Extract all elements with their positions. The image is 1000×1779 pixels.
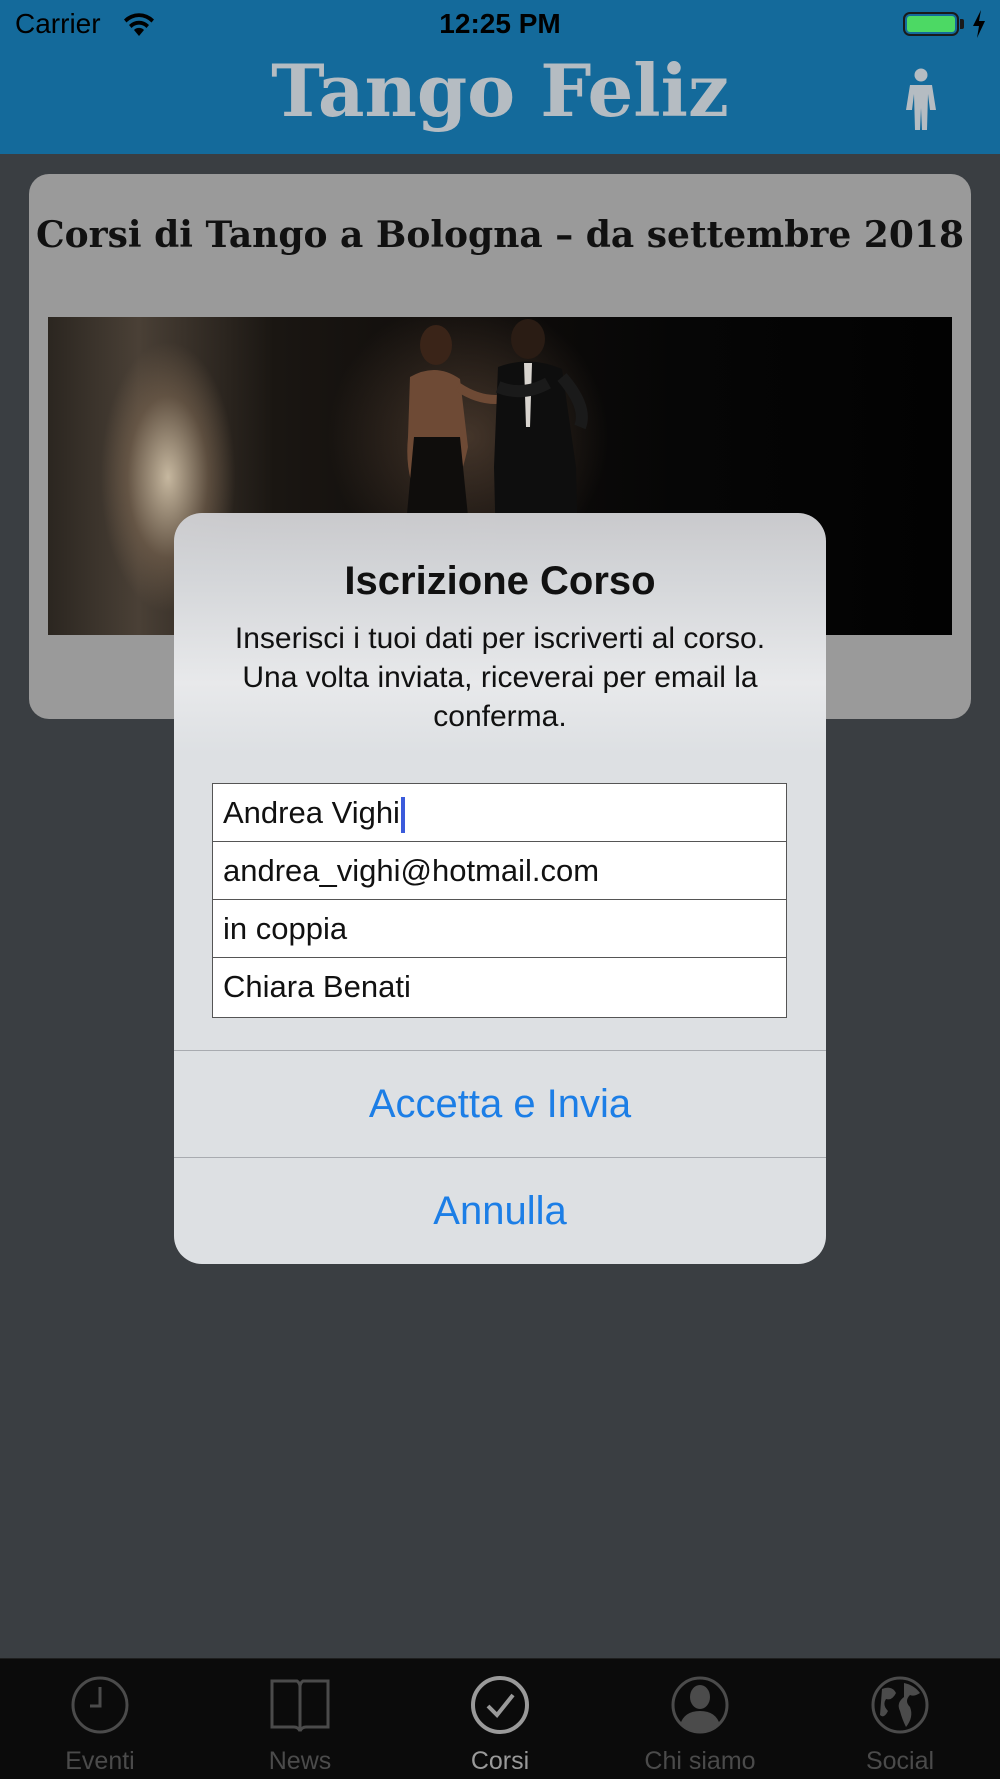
status-bar: Carrier 12:25 PM	[0, 0, 1000, 50]
text-cursor	[400, 796, 405, 833]
person-silhouette-icon	[671, 1676, 729, 1734]
battery-tip	[960, 19, 964, 29]
clock-icon	[71, 1676, 129, 1734]
clock-time: 12:25 PM	[439, 8, 561, 39]
tab-label: News	[268, 1747, 332, 1775]
name-field[interactable]: Andrea Vighi	[213, 784, 786, 842]
person-icon[interactable]	[900, 68, 942, 134]
checkmark-icon	[471, 1676, 529, 1734]
email-field-value: andrea_vighi@hotmail.com	[223, 853, 600, 888]
page-title: Tango Feliz	[271, 48, 729, 133]
tab-social[interactable]: Social	[800, 1659, 1000, 1779]
cancel-button[interactable]: Annulla	[174, 1158, 826, 1264]
enrollment-alert: Iscrizione Corso Inserisci i tuoi dati p…	[174, 513, 826, 1264]
partner-field-value: Chiara Benati	[223, 969, 411, 1004]
alert-message: Inserisci i tuoi dati per iscriverti al …	[234, 622, 766, 733]
form-fields: Andrea Vighi andrea_vighi@hotmail.com in…	[212, 783, 787, 1018]
tab-label: Chi siamo	[644, 1747, 756, 1775]
tab-chi-siamo[interactable]: Chi siamo	[600, 1659, 800, 1779]
charging-bolt-icon	[973, 10, 985, 38]
mode-field[interactable]: in coppia	[213, 900, 786, 958]
tab-bar: Eventi News Corsi Chi siamo Social	[0, 1658, 1000, 1779]
tab-eventi[interactable]: Eventi	[0, 1659, 200, 1779]
accept-send-button[interactable]: Accetta e Invia	[174, 1051, 826, 1157]
globe-icon	[871, 1676, 929, 1734]
book-icon	[270, 1679, 330, 1732]
name-field-value: Andrea Vighi	[223, 795, 400, 830]
tab-label: Eventi	[65, 1747, 135, 1775]
email-field[interactable]: andrea_vighi@hotmail.com	[213, 842, 786, 900]
battery-charging-icon	[903, 12, 959, 36]
partner-field[interactable]: Chiara Benati	[213, 958, 786, 1017]
tab-news[interactable]: News	[200, 1659, 400, 1779]
mode-field-value: in coppia	[223, 911, 348, 946]
navigation-bar: Carrier 12:25 PM Tango Feliz	[0, 0, 1000, 154]
tab-label: Social	[865, 1747, 935, 1775]
tab-corsi[interactable]: Corsi	[400, 1659, 600, 1779]
alert-title: Iscrizione Corso	[344, 559, 656, 603]
tab-label: Corsi	[470, 1747, 530, 1775]
